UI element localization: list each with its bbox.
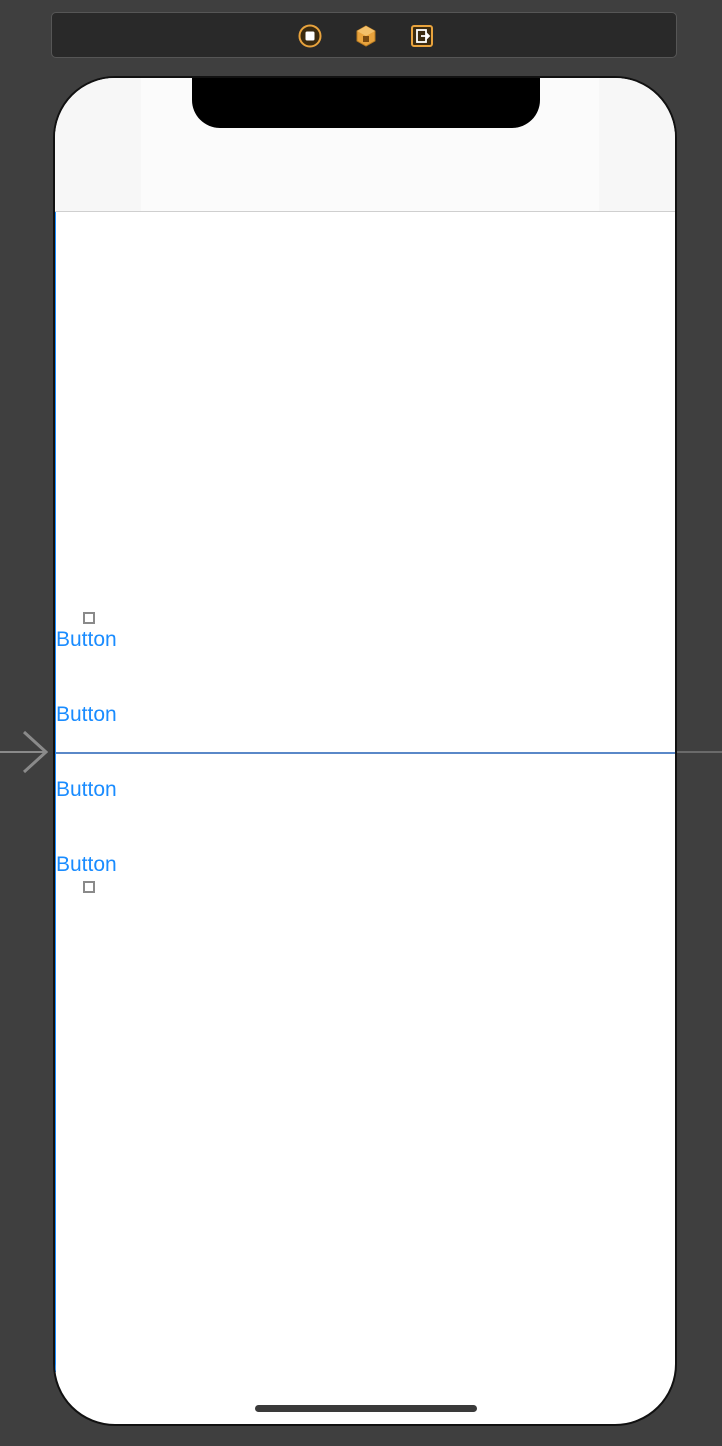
exit-icon[interactable] <box>410 24 434 48</box>
button-2[interactable]: Button <box>56 700 117 730</box>
vertical-center-guide <box>56 752 675 754</box>
stack-view-bottom-handle[interactable] <box>83 881 95 893</box>
alignment-guide-stub <box>677 751 722 753</box>
iphone-device-frame: Button Button Button Button <box>53 76 677 1426</box>
view-controller-icon[interactable] <box>298 24 322 48</box>
button-4[interactable]: Button <box>56 850 117 880</box>
home-indicator <box>255 1405 477 1412</box>
button-1[interactable]: Button <box>56 625 117 655</box>
stack-view-top-handle[interactable] <box>83 612 95 624</box>
scene-dock <box>51 12 677 58</box>
view-controller-content[interactable]: Button Button Button Button <box>55 212 675 1372</box>
device-notch <box>192 78 540 128</box>
button-3[interactable]: Button <box>56 775 117 805</box>
storyboard-entry-arrow-icon[interactable] <box>0 726 52 778</box>
first-responder-icon[interactable] <box>354 24 378 48</box>
